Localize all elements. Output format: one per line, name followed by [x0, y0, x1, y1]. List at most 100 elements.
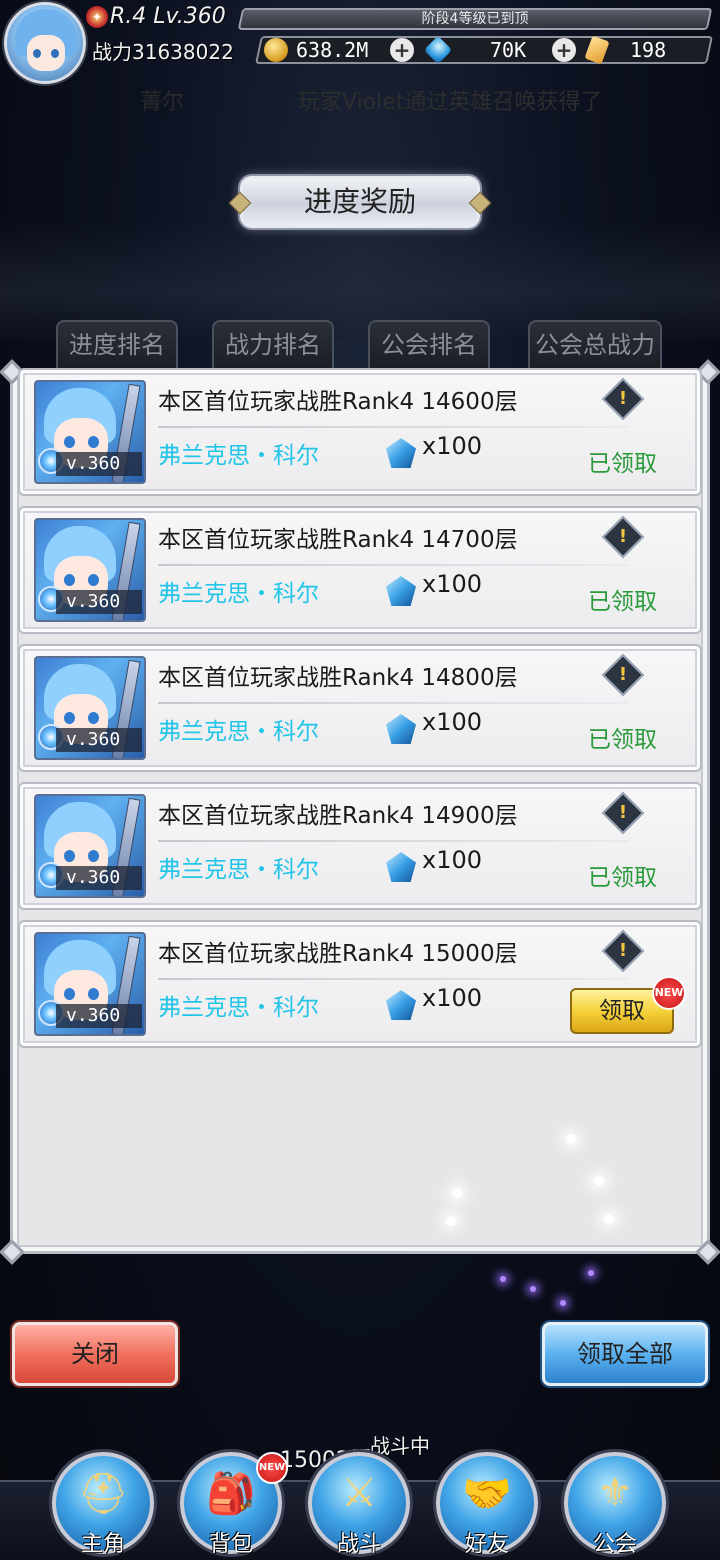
gold-coin-icon: [264, 38, 288, 62]
diamond-value: 70K: [490, 38, 527, 62]
nav-label: 好友: [464, 1532, 509, 1557]
ticket-icon: [584, 35, 610, 65]
diamond-icon: [386, 990, 416, 1020]
hero-name: 弗兰克思・科尔: [158, 719, 319, 745]
info-icon[interactable]: !: [601, 515, 645, 559]
diamond-counter: 70K: [423, 35, 527, 65]
tab-guild-rank[interactable]: 公会排名: [368, 320, 490, 370]
tab-guild-total-power[interactable]: 公会总战力: [528, 320, 662, 370]
hero-level: v.360: [56, 1004, 142, 1028]
reward-quantity: x100: [422, 708, 483, 736]
nav-label: 公会: [592, 1532, 637, 1557]
reward-quantity: x100: [422, 432, 483, 460]
divider: [158, 426, 628, 428]
nav-label: 主角: [80, 1532, 125, 1557]
rank-badge-icon: ✦: [86, 6, 108, 28]
nav-label: 背包: [208, 1532, 253, 1557]
new-badge: NEW: [652, 976, 686, 1010]
sparkle-effect: [500, 1276, 506, 1282]
nav-battle[interactable]: ⚔ 战斗: [308, 1452, 410, 1557]
ticker-message: 玩家Violet通过英雄召唤获得了: [298, 90, 603, 115]
hero-name: 弗兰克思・科尔: [158, 857, 319, 883]
sparkle-effect: [560, 1300, 566, 1306]
top-hud: ✦ R.4 Lv.360 阶段4等级已到顶 战力31638022 638.2M …: [0, 0, 720, 86]
ticket-value: 198: [630, 38, 667, 62]
ticker-prefix: 菁尔: [140, 90, 185, 115]
player-avatar[interactable]: [4, 2, 86, 84]
stage-progress-bar: 阶段4等级已到顶: [237, 8, 713, 30]
page-title: 进度奖励: [238, 174, 482, 230]
hero-portrait: v.360: [34, 932, 146, 1036]
ticket-counter: 198: [584, 35, 667, 65]
reward-quantity: x100: [422, 570, 483, 598]
hero-level: v.360: [56, 728, 142, 752]
reward-title: 本区首位玩家战胜Rank4 14800层: [158, 665, 518, 691]
reward-title: 本区首位玩家战胜Rank4 14700层: [158, 527, 518, 553]
claimed-status: 已领取: [588, 727, 657, 753]
claimed-status: 已领取: [588, 589, 657, 615]
hero-portrait: v.360: [34, 518, 146, 622]
hero-portrait: v.360: [34, 656, 146, 760]
add-gold-button[interactable]: +: [390, 38, 414, 62]
info-icon[interactable]: !: [601, 377, 645, 421]
gold-counter: 638.2M: [264, 36, 368, 64]
info-icon[interactable]: !: [601, 929, 645, 973]
hero-level: v.360: [56, 590, 142, 614]
sparkle-effect: [446, 1216, 456, 1226]
reward-row: v.360 本区首位玩家战胜Rank4 15000层 ! 弗兰克思・科尔 x10…: [18, 920, 702, 1048]
nav-guild[interactable]: ⚜ 公会: [564, 1452, 666, 1557]
combat-power: 战力31638022: [92, 40, 234, 64]
hero-level: v.360: [56, 866, 142, 890]
sparkle-effect: [452, 1188, 462, 1198]
guild-crest-icon: ⚜: [597, 1470, 633, 1516]
reward-title: 本区首位玩家战胜Rank4 14600层: [158, 389, 518, 415]
diamond-icon: [386, 576, 416, 606]
stage-status: 阶段4等级已到顶: [421, 11, 529, 27]
sparkle-effect: [530, 1286, 536, 1292]
reward-row: v.360 本区首位玩家战胜Rank4 14600层 ! 弗兰克思・科尔 x10…: [18, 368, 702, 496]
avatar-eye: [51, 49, 59, 58]
reward-row: v.360 本区首位玩家战胜Rank4 14700层 ! 弗兰克思・科尔 x10…: [18, 506, 702, 634]
hero-name: 弗兰克思・科尔: [158, 995, 319, 1021]
divider: [158, 840, 628, 842]
diamond-icon: [386, 438, 416, 468]
info-icon[interactable]: !: [601, 791, 645, 835]
sparkle-effect: [604, 1214, 614, 1224]
hero-portrait: v.360: [34, 794, 146, 898]
sparkle-effect: [594, 1176, 604, 1186]
reward-title: 本区首位玩家战胜Rank4 14900层: [158, 803, 518, 829]
nav-friends[interactable]: 🤝 好友: [436, 1452, 538, 1557]
diamond-icon: [386, 714, 416, 744]
avatar-eye: [33, 49, 41, 58]
hero-name: 弗兰克思・科尔: [158, 443, 319, 469]
diamond-icon: [386, 852, 416, 882]
hero-name: 弗兰克思・科尔: [158, 581, 319, 607]
swords-icon: ⚔: [341, 1470, 377, 1516]
helmet-icon: ⛑: [77, 1471, 129, 1517]
divider: [158, 564, 628, 566]
claimed-status: 已领取: [588, 865, 657, 891]
nav-hero[interactable]: ⛑ 主角: [52, 1452, 154, 1557]
battle-status: 战斗中: [370, 1434, 430, 1458]
tab-power-rank[interactable]: 战力排名: [212, 320, 334, 370]
new-badge: NEW: [256, 1452, 288, 1484]
tab-progress-rank[interactable]: 进度排名: [56, 320, 178, 370]
diamond-icon: [423, 35, 453, 65]
sparkle-effect: [566, 1134, 576, 1144]
reward-row: v.360 本区首位玩家战胜Rank4 14800层 ! 弗兰克思・科尔 x10…: [18, 644, 702, 772]
divider: [158, 978, 628, 980]
close-button[interactable]: 关闭: [12, 1322, 178, 1386]
sparkle-effect: [588, 1270, 594, 1276]
claimed-status: 已领取: [588, 451, 657, 477]
hero-portrait: v.360: [34, 380, 146, 484]
hero-level: v.360: [56, 452, 142, 476]
info-icon[interactable]: !: [601, 653, 645, 697]
gold-value: 638.2M: [296, 38, 369, 62]
announcement-ticker: 菁尔 玩家Violet通过英雄召唤获得了: [140, 84, 660, 116]
nav-label: 战斗: [336, 1532, 381, 1557]
reward-row: v.360 本区首位玩家战胜Rank4 14900层 ! 弗兰克思・科尔 x10…: [18, 782, 702, 910]
reward-quantity: x100: [422, 846, 483, 874]
claim-all-button[interactable]: 领取全部: [542, 1322, 708, 1386]
handshake-icon: 🤝: [462, 1471, 512, 1517]
add-diamond-button[interactable]: +: [552, 38, 576, 62]
